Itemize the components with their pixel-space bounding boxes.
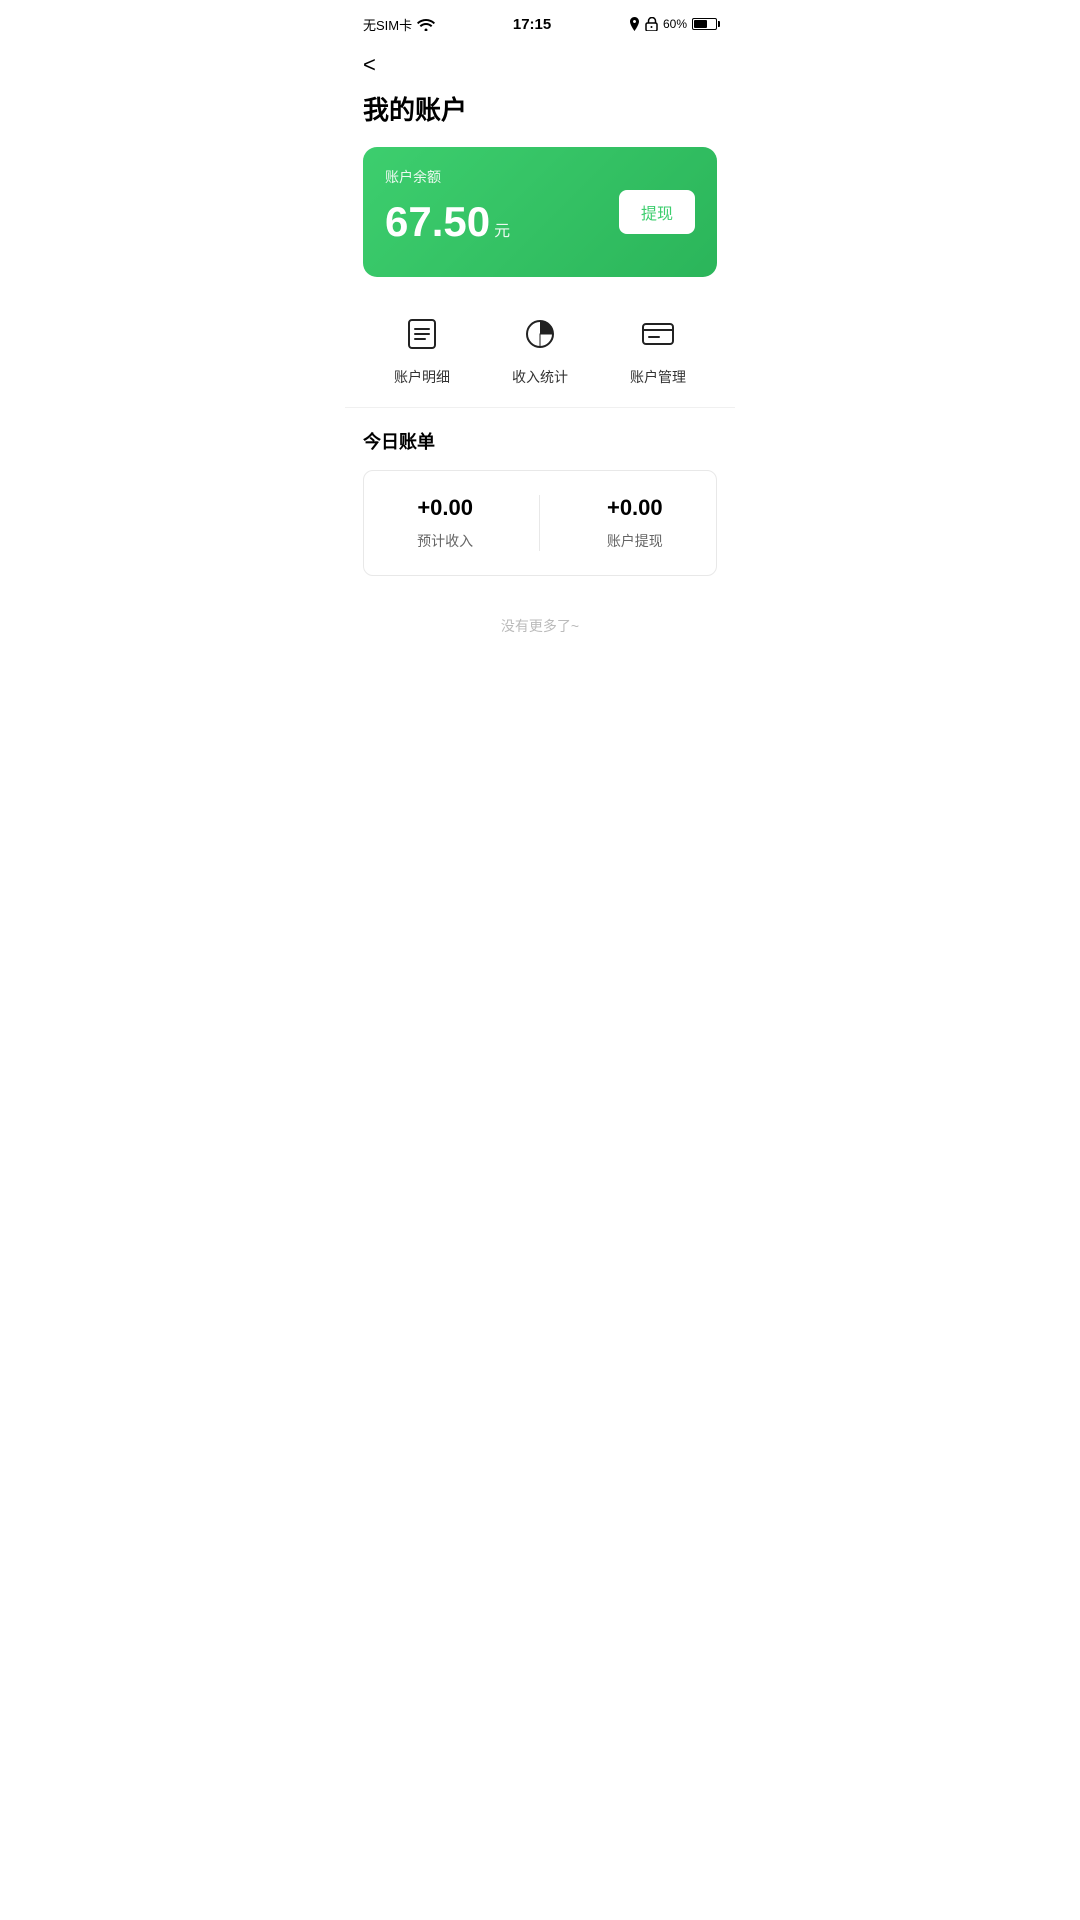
chart-icon [517, 311, 563, 357]
status-time: 17:15 [513, 16, 551, 33]
balance-card: 账户余额 67.50 元 提现 [363, 147, 717, 277]
bill-withdrawal-amount: +0.00 [607, 495, 663, 521]
action-account-detail-label: 账户明细 [394, 367, 450, 387]
status-bar: 无SIM卡 17:15 60% [345, 0, 735, 44]
status-right: 60% [629, 17, 717, 31]
section-title: 今日账单 [345, 428, 735, 470]
bill-card: +0.00 预计收入 +0.00 账户提现 [363, 470, 717, 576]
list-icon [399, 311, 445, 357]
withdraw-button[interactable]: 提现 [619, 190, 695, 234]
location-icon [629, 17, 640, 31]
action-income-stats[interactable]: 收入统计 [481, 311, 599, 387]
back-arrow-icon: < [363, 52, 376, 78]
bill-income-item: +0.00 预计收入 [417, 495, 473, 551]
battery-percent: 60% [663, 17, 687, 31]
balance-unit: 元 [494, 217, 510, 241]
action-account-manage[interactable]: 账户管理 [599, 311, 717, 387]
action-account-detail[interactable]: 账户明细 [363, 311, 481, 387]
back-button[interactable]: < [345, 44, 735, 82]
bill-item-divider [539, 495, 540, 551]
wifi-icon [417, 18, 435, 31]
no-sim-text: 无SIM卡 [363, 15, 412, 34]
action-income-stats-label: 收入统计 [512, 367, 568, 387]
bill-income-amount: +0.00 [417, 495, 473, 521]
card-icon [635, 311, 681, 357]
bill-withdrawal-item: +0.00 账户提现 [607, 495, 663, 551]
balance-label: 账户余额 [385, 167, 695, 187]
balance-number: 67.50 [385, 201, 490, 243]
lock-icon [645, 17, 658, 31]
battery-icon [692, 18, 717, 30]
no-more-text: 没有更多了~ [345, 600, 735, 652]
section-divider [345, 407, 735, 408]
status-left: 无SIM卡 [363, 15, 435, 34]
action-account-manage-label: 账户管理 [630, 367, 686, 387]
page-title: 我的账户 [345, 82, 735, 147]
bill-income-label: 预计收入 [417, 531, 473, 551]
bill-withdrawal-label: 账户提现 [607, 531, 663, 551]
quick-actions: 账户明细 收入统计 账户管理 [345, 301, 735, 407]
